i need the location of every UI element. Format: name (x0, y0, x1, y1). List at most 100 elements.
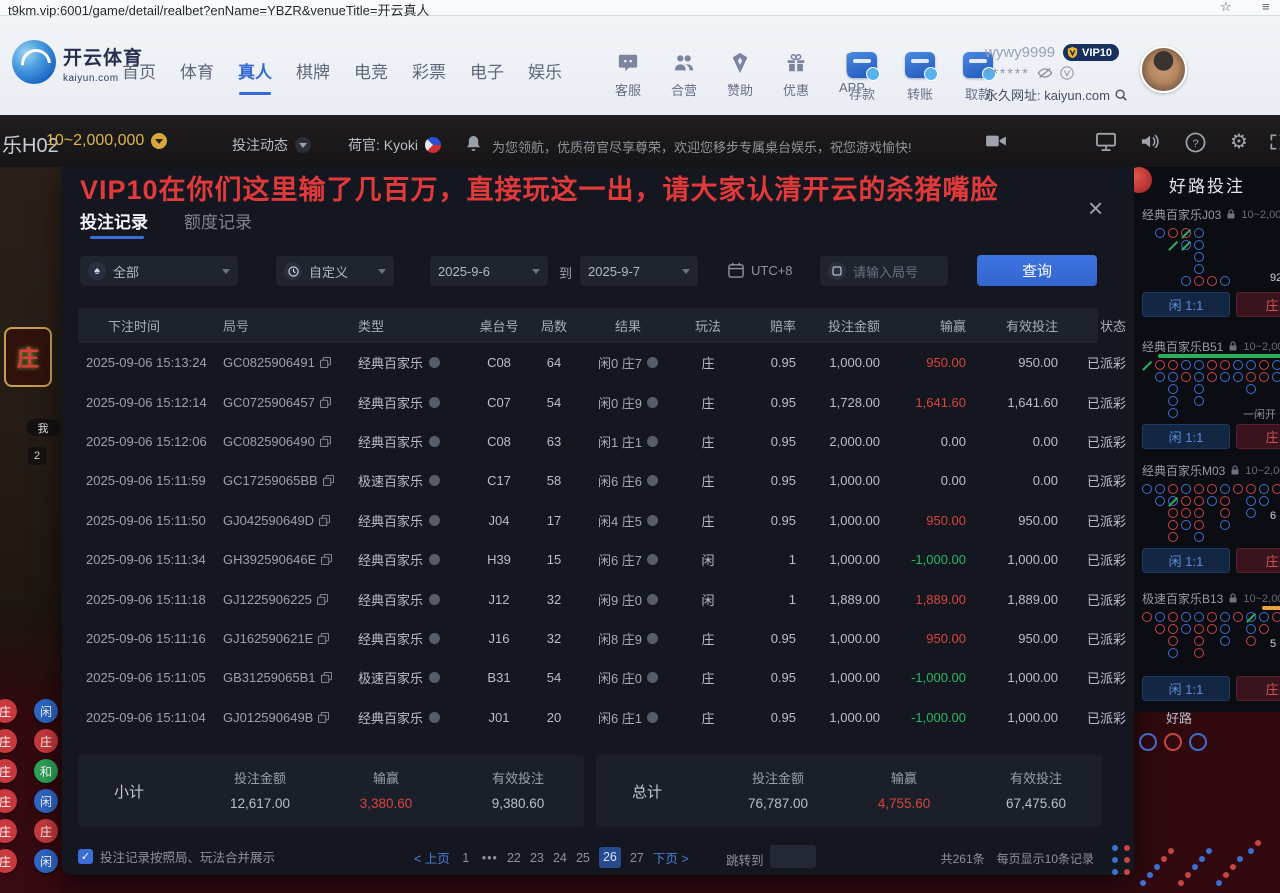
nav-item-2[interactable]: 体育 (180, 58, 214, 95)
info-dot-icon[interactable] (429, 712, 440, 723)
cards-dot-icon[interactable] (647, 554, 658, 565)
avatar[interactable] (1140, 46, 1187, 93)
nav-item-7[interactable]: 电子 (470, 58, 504, 95)
banker-bet-button[interactable]: 庄 1:0.95 (1236, 676, 1280, 701)
cards-dot-icon[interactable] (647, 672, 658, 683)
cards-dot-icon[interactable] (647, 712, 658, 723)
search-button[interactable]: 查询 (977, 255, 1097, 286)
page-button[interactable]: 24 (553, 851, 567, 865)
tab-bet-records[interactable]: 投注记录 (80, 208, 148, 233)
cards-dot-icon[interactable] (647, 436, 658, 447)
video-icon[interactable] (985, 132, 1007, 155)
quick-link-promo[interactable]: 优惠 (774, 52, 818, 99)
cell-status: 已派彩 (1058, 629, 1126, 648)
cards-dot-icon[interactable] (647, 475, 658, 486)
fullscreen-icon[interactable] (1268, 132, 1280, 157)
copy-icon[interactable] (318, 633, 329, 644)
jump-page-input[interactable] (770, 845, 816, 868)
v-circle-icon[interactable] (1060, 66, 1074, 80)
url-text[interactable]: t9km.vip:6001/game/detail/realbet?enName… (8, 0, 430, 19)
page-button[interactable]: 22 (507, 851, 521, 865)
bet-limit-dropdown[interactable]: 10~2,000,000 (46, 132, 167, 150)
tab-quota-records[interactable]: 额度记录 (184, 208, 252, 233)
cards-dot-icon[interactable] (647, 594, 658, 605)
nav-item-1[interactable]: 首页 (122, 58, 156, 95)
page-button[interactable]: 25 (576, 851, 590, 865)
bet-trend-dropdown[interactable]: 投注动态 (232, 135, 311, 155)
money-link-deposit[interactable]: 存款 (840, 52, 884, 103)
road-cell (1142, 612, 1152, 622)
copy-icon[interactable] (320, 397, 331, 408)
prev-page-button[interactable]: < 上页 (414, 848, 450, 867)
copy-icon[interactable] (321, 554, 332, 565)
speaker-icon[interactable] (1140, 132, 1162, 156)
screen-mode-icon[interactable] (1095, 132, 1117, 156)
road-card[interactable]: 极速百家乐B1310~2,000,05闲 1:1庄 1:0.95 (1142, 590, 1280, 607)
banker-bet-button[interactable]: 庄 1:0.95 (1236, 548, 1280, 573)
info-dot-icon[interactable] (429, 633, 440, 644)
money-link-transfer[interactable]: 转账 (898, 52, 942, 103)
info-dot-icon[interactable] (429, 475, 440, 486)
page-button[interactable]: 23 (530, 851, 544, 865)
road-cell-empty (1155, 532, 1165, 542)
quick-link-support[interactable]: 客服 (606, 52, 650, 99)
banker-bet-button[interactable]: 庄 1:0.95 (1236, 292, 1280, 317)
page-button-active[interactable]: 26 (599, 847, 621, 868)
browser-url-bar[interactable]: t9km.vip:6001/game/detail/realbet?enName… (0, 0, 1280, 16)
road-cell (1194, 508, 1204, 518)
info-dot-icon[interactable] (429, 436, 440, 447)
game-type-dropdown[interactable]: ♠ 全部 (80, 256, 238, 286)
banker-bet-button[interactable]: 庄 1:0.95 (1236, 424, 1280, 449)
nav-item-4[interactable]: 棋牌 (296, 58, 330, 95)
help-icon[interactable]: ? (1185, 132, 1206, 158)
info-dot-icon[interactable] (429, 357, 440, 368)
road-card[interactable]: 经典百家乐M0310~2,000,06闲 1:1庄 1:0.95 (1142, 462, 1280, 479)
road-card[interactable]: 经典百家乐B5110~2,000,0一闲开闲 1:1庄 1:0.95 (1142, 338, 1280, 355)
road-cell (1259, 372, 1269, 382)
player-bet-button[interactable]: 闲 1:1 (1142, 548, 1230, 573)
date-from-dropdown[interactable]: 2025-9-6 (430, 256, 548, 286)
bookmark-star-icon[interactable]: ☆ (1220, 0, 1232, 15)
merge-checkbox[interactable]: ✓ (78, 849, 93, 864)
settings-gear-icon[interactable]: ⚙ (1230, 129, 1248, 154)
username[interactable]: wywy9999 (985, 44, 1055, 61)
cards-dot-icon[interactable] (647, 515, 658, 526)
quick-link-partner[interactable]: 合营 (662, 52, 706, 99)
eye-off-icon[interactable] (1037, 67, 1053, 79)
page-button[interactable]: 27 (630, 851, 644, 865)
info-dot-icon[interactable] (429, 515, 440, 526)
close-icon[interactable]: × (1088, 195, 1103, 221)
cards-dot-icon[interactable] (647, 357, 658, 368)
copy-icon[interactable] (320, 357, 331, 368)
page-button[interactable]: 1 (459, 851, 473, 865)
cell-winloss: 1,641.60 (880, 395, 966, 410)
copy-icon[interactable] (320, 436, 331, 447)
info-dot-icon[interactable] (429, 672, 440, 683)
copy-icon[interactable] (321, 672, 332, 683)
player-bet-button[interactable]: 闲 1:1 (1142, 676, 1230, 701)
nav-item-3[interactable]: 真人 (238, 58, 272, 95)
copy-icon[interactable] (317, 594, 328, 605)
timezone-selector[interactable]: UTC+8 (728, 262, 793, 278)
next-page-button[interactable]: 下页 > (653, 848, 689, 867)
date-to-dropdown[interactable]: 2025-9-7 (580, 256, 698, 286)
nav-item-6[interactable]: 彩票 (412, 58, 446, 95)
player-bet-button[interactable]: 闲 1:1 (1142, 292, 1230, 317)
copy-icon[interactable] (319, 515, 330, 526)
cards-dot-icon[interactable] (647, 397, 658, 408)
nav-item-8[interactable]: 娱乐 (528, 58, 562, 95)
info-dot-icon[interactable] (429, 594, 440, 605)
info-dot-icon[interactable] (429, 554, 440, 565)
nav-item-5[interactable]: 电竞 (354, 58, 388, 95)
quick-link-sponsor[interactable]: 赞助 (718, 52, 762, 99)
road-card[interactable]: 经典百家乐J0310~2,000,092闲 1:1庄 1:0.95 (1142, 206, 1280, 223)
player-bet-button[interactable]: 闲 1:1 (1142, 424, 1230, 449)
copy-icon[interactable] (318, 712, 329, 723)
info-dot-icon[interactable] (429, 397, 440, 408)
copy-icon[interactable] (323, 475, 334, 486)
browser-menu-icon[interactable]: ≡ (1262, 0, 1270, 14)
round-number-input[interactable]: 请输入局号 (820, 256, 948, 286)
time-range-dropdown[interactable]: 自定义 (276, 256, 394, 286)
search-icon[interactable] (1114, 88, 1128, 102)
cards-dot-icon[interactable] (647, 633, 658, 644)
